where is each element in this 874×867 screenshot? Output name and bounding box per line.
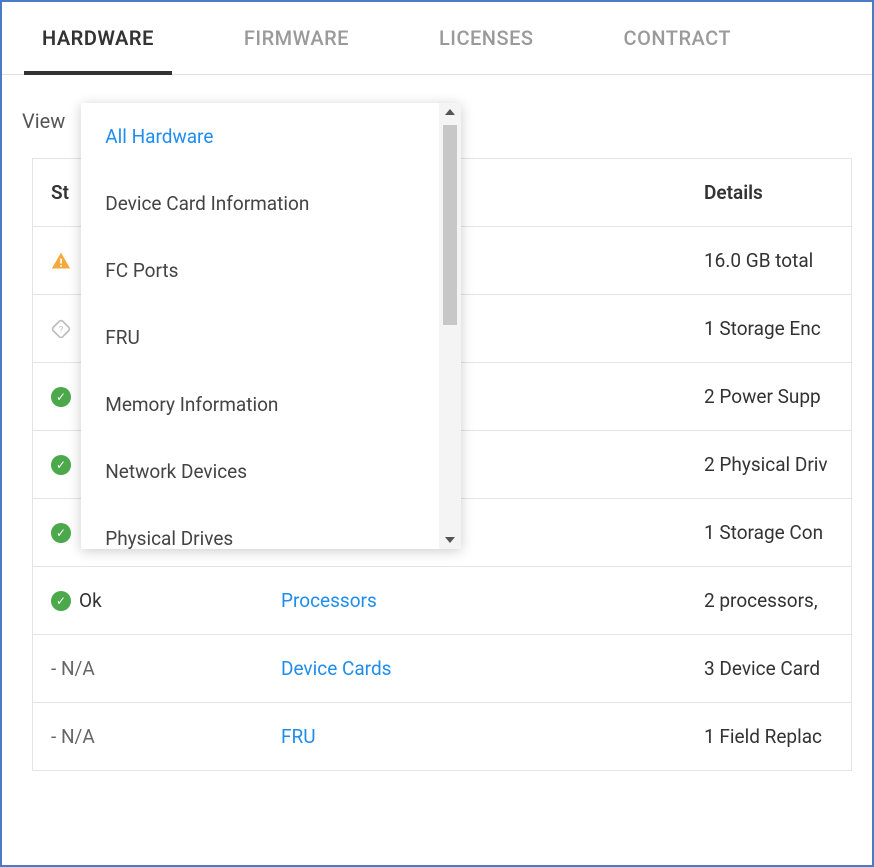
- unknown-icon: ?: [51, 319, 71, 339]
- scroll-up-icon[interactable]: [445, 109, 455, 115]
- view-filter-row: View All Hardware All Hardware Device Ca…: [2, 75, 872, 158]
- status-cell: - N/A: [33, 703, 263, 770]
- tab-firmware[interactable]: FIRMWARE: [244, 2, 349, 74]
- dropdown-scrollbar[interactable]: [439, 103, 461, 549]
- tab-bar: HARDWARE FIRMWARE LICENSES CONTRACT: [2, 2, 872, 75]
- tab-hardware[interactable]: HARDWARE: [42, 2, 154, 74]
- ok-icon: ✓: [51, 523, 71, 543]
- details-cell: 1 Storage Enc: [686, 295, 851, 362]
- status-text: - N/A: [51, 657, 95, 680]
- tab-licenses[interactable]: LICENSES: [439, 2, 534, 74]
- details-cell: 2 Power Supp: [686, 363, 851, 430]
- details-cell: 2 Physical Driv: [686, 431, 851, 498]
- status-text: Ok: [79, 589, 102, 612]
- table-row: - N/A FRU 1 Field Replac: [33, 703, 851, 771]
- dropdown-option-all-hardware[interactable]: All Hardware: [81, 103, 439, 170]
- status-cell: - N/A: [33, 635, 263, 702]
- dropdown-option-device-card-info[interactable]: Device Card Information: [81, 170, 439, 237]
- details-cell: 3 Device Card: [686, 635, 851, 702]
- dropdown-option-network-devices[interactable]: Network Devices: [81, 438, 439, 505]
- ok-icon: ✓: [51, 591, 71, 611]
- ok-icon: ✓: [51, 387, 71, 407]
- view-dropdown-panel: All Hardware Device Card Information FC …: [81, 103, 461, 549]
- col-header-details: Details: [686, 159, 851, 226]
- dropdown-option-physical-drives[interactable]: Physical Drives: [81, 505, 439, 549]
- details-cell: 1 Storage Con: [686, 499, 851, 566]
- dropdown-option-memory-info[interactable]: Memory Information: [81, 371, 439, 438]
- name-cell[interactable]: FRU: [263, 703, 686, 770]
- table-row: ✓ Ok Processors 2 processors,: [33, 567, 851, 635]
- status-text: - N/A: [51, 725, 95, 748]
- details-cell: 1 Field Replac: [686, 703, 851, 770]
- svg-text:?: ?: [59, 325, 63, 335]
- view-label: View: [22, 109, 65, 133]
- scroll-down-icon[interactable]: [445, 537, 455, 543]
- ok-icon: ✓: [51, 455, 71, 475]
- status-cell: ✓ Ok: [33, 567, 263, 634]
- dropdown-option-fc-ports[interactable]: FC Ports: [81, 237, 439, 304]
- details-cell: 16.0 GB total: [686, 227, 851, 294]
- details-cell: 2 processors,: [686, 567, 851, 634]
- view-dropdown-list: All Hardware Device Card Information FC …: [81, 103, 439, 549]
- tab-contract[interactable]: CONTRACT: [624, 2, 732, 74]
- name-cell[interactable]: Processors: [263, 567, 686, 634]
- name-cell[interactable]: Device Cards: [263, 635, 686, 702]
- dropdown-option-fru[interactable]: FRU: [81, 304, 439, 371]
- warning-icon: [51, 251, 71, 271]
- scroll-thumb[interactable]: [443, 125, 457, 325]
- table-row: - N/A Device Cards 3 Device Card: [33, 635, 851, 703]
